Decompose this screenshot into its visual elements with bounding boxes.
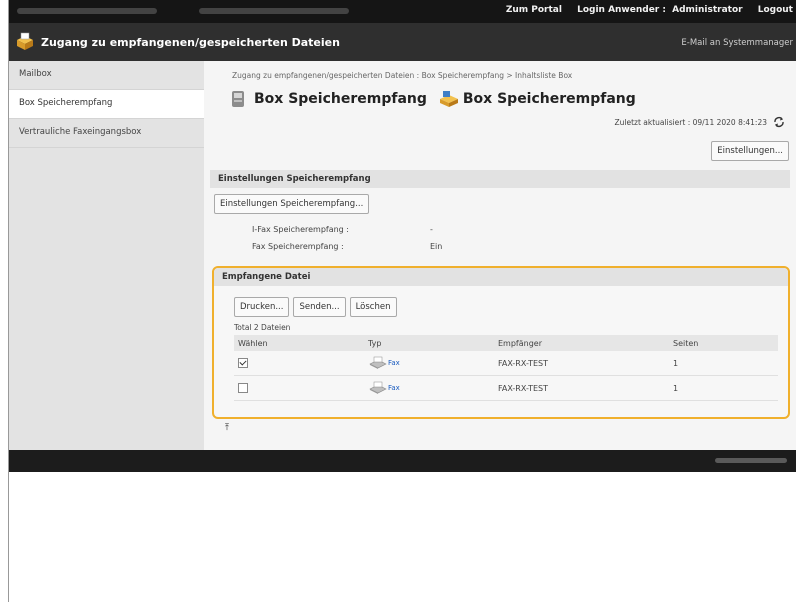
file-recipient: FAX-RX-TEST (494, 375, 669, 401)
column-header-pages: Seiten (669, 335, 778, 351)
breadcrumb: Zugang zu empfangenen/gespeicherten Date… (232, 71, 573, 80)
file-type-link[interactable]: Fax (388, 359, 400, 367)
top-links: Zum Portal Login Anwender : Administrato… (494, 5, 793, 15)
ifax-setting: I-Fax Speicherempfang : - (252, 225, 433, 234)
page-title: Box Speicherempfang Box Speicherempfang (230, 89, 636, 109)
sidebar: Mailbox Box Speicherempfang Vertrauliche… (9, 61, 204, 450)
file-pages: 1 (669, 375, 778, 401)
file-recipient: FAX-RX-TEST (494, 351, 669, 376)
login-user-label: Login Anwender : (577, 5, 666, 15)
title-bar: Zugang zu empfangenen/gespeicherten Date… (9, 23, 796, 61)
column-header-select: Wählen (234, 335, 364, 351)
table-row: Fax FAX-RX-TEST 1 (234, 375, 778, 401)
browser-frame: Zum Portal Login Anwender : Administrato… (8, 0, 796, 602)
app-box-icon (17, 32, 33, 50)
blurred-copyright (715, 458, 787, 463)
speicherempfang-settings-button[interactable]: Einstellungen Speicherempfang... (214, 194, 370, 214)
fax-setting: Fax Speicherempfang : Ein (252, 242, 442, 251)
footer (9, 450, 796, 472)
last-updated-text: Zuletzt aktualisiert : 09/11 2020 8:41:2… (614, 117, 768, 127)
top-bar: Zum Portal Login Anwender : Administrato… (9, 0, 796, 23)
main-content: Zugang zu empfangenen/gespeicherten Date… (204, 61, 796, 450)
fax-icon (369, 356, 387, 369)
delete-button[interactable]: Löschen (349, 297, 397, 317)
scroll-top-icon[interactable]: ⤒ (225, 423, 229, 433)
app-title: Zugang zu empfangenen/gespeicherten Date… (41, 36, 340, 49)
send-button[interactable]: Senden... (293, 297, 346, 317)
refresh-icon[interactable] (773, 116, 785, 128)
page-title-secondary: Box Speicherempfang (462, 91, 636, 107)
portal-link[interactable]: Zum Portal (506, 5, 562, 15)
files-table: Wählen Typ Empfänger Seiten Fax FAX-RX-T… (234, 335, 778, 401)
ifax-label: I-Fax Speicherempfang : (252, 225, 349, 234)
sidebar-item-mailbox[interactable]: Mailbox (9, 61, 204, 90)
blurred-text (199, 8, 349, 14)
fax-value: Ein (430, 242, 443, 251)
table-header-row: Wählen Typ Empfänger Seiten (234, 335, 778, 351)
memory-box-icon (439, 91, 458, 107)
logout-link[interactable]: Logout (758, 5, 793, 15)
received-section-heading: Empfangene Datei (214, 268, 788, 286)
sidebar-item-vertrauliche-faxeingangsbox[interactable]: Vertrauliche Faxeingangsbox (9, 119, 204, 148)
fax-icon (369, 381, 387, 394)
last-updated: Zuletzt aktualisiert : 09/11 2020 8:41:2… (615, 116, 786, 128)
file-pages: 1 (669, 351, 778, 376)
row-select-checkbox[interactable] (238, 358, 248, 368)
column-header-recipient: Empfänger (494, 335, 669, 351)
box-icon (232, 91, 244, 107)
table-row: Fax FAX-RX-TEST 1 (234, 351, 778, 376)
fax-label: Fax Speicherempfang : (252, 242, 344, 251)
settings-section-heading: Einstellungen Speicherempfang (210, 170, 790, 188)
total-files: Total 2 Dateien (234, 323, 291, 332)
ifax-value: - (430, 225, 433, 234)
mail-admin-link[interactable]: E-Mail an Systemmanager (681, 38, 793, 48)
print-button[interactable]: Drucken... (234, 297, 290, 317)
login-user-value: Administrator (672, 5, 743, 15)
sidebar-item-box-speicherempfang[interactable]: Box Speicherempfang (9, 90, 204, 119)
page-title-primary: Box Speicherempfang (254, 91, 427, 107)
column-header-type: Typ (364, 335, 494, 351)
row-select-checkbox[interactable] (238, 383, 248, 393)
file-type-link[interactable]: Fax (388, 384, 400, 392)
settings-button[interactable]: Einstellungen... (711, 141, 789, 161)
file-actions: Drucken... Senden... Löschen (234, 297, 397, 317)
blurred-text (17, 8, 157, 14)
